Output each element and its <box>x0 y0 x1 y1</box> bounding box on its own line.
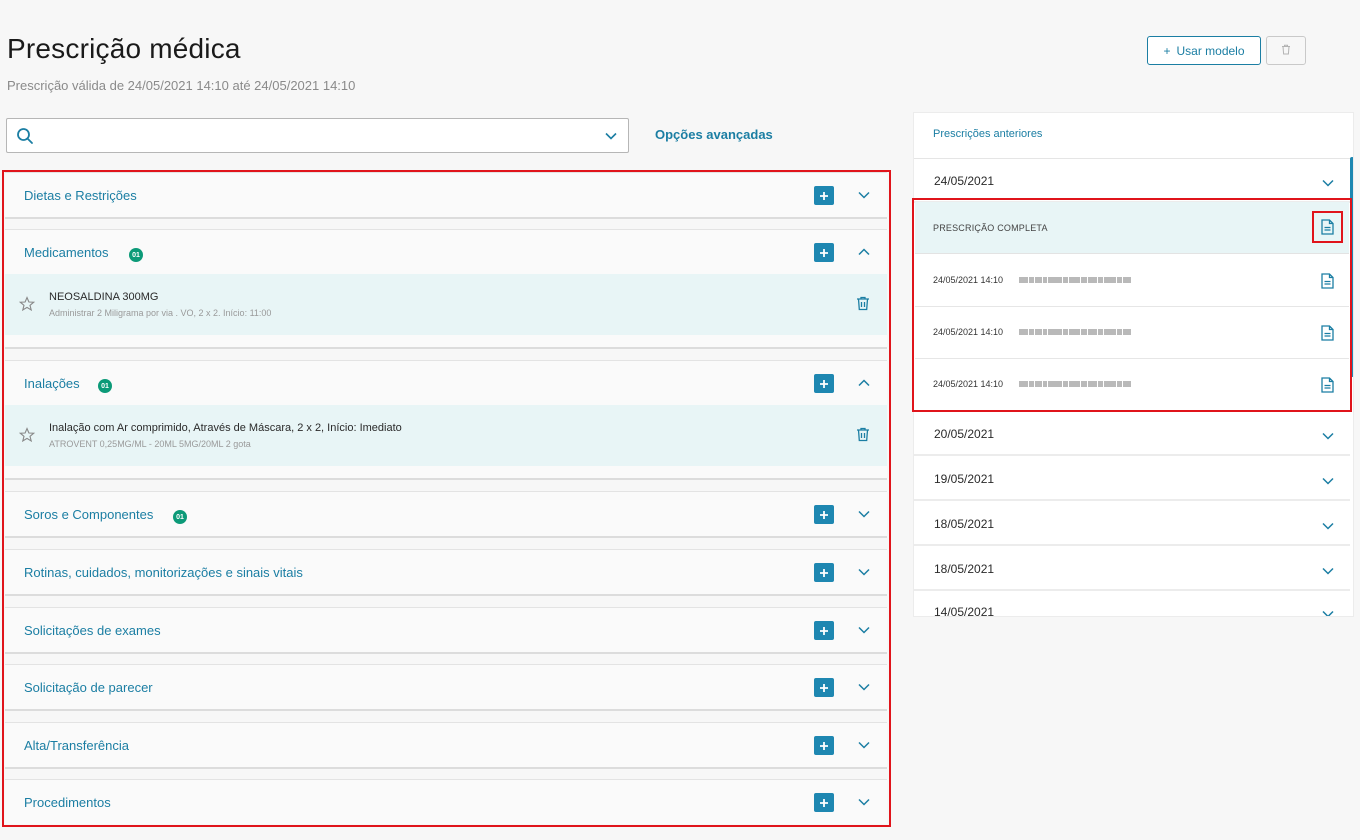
list-item[interactable]: Inalação com Ar comprimido, Através de M… <box>5 405 887 466</box>
expanded-prescription-highlight <box>912 198 1352 412</box>
item-description: Administrar 2 Miligrama por via . VO, 2 … <box>49 308 272 318</box>
section-soros: Soros e Componentes 01 <box>5 491 887 538</box>
section-header[interactable]: Alta/Transferência <box>5 723 887 767</box>
section-title: Alta/Transferência <box>24 738 130 753</box>
panel-title: Prescrições anteriores <box>933 128 1043 140</box>
section-title: Dietas e Restrições <box>24 188 137 203</box>
item-name: Inalação com Ar comprimido, Através de M… <box>49 422 402 434</box>
date-row[interactable]: 19/05/2021 <box>914 457 1350 501</box>
date-label: 14/05/2021 <box>934 605 995 617</box>
chevron-down-icon[interactable] <box>856 794 872 810</box>
section-header[interactable]: Procedimentos <box>5 780 887 824</box>
section-header[interactable]: Inalações 01 <box>5 361 887 405</box>
date-label: 19/05/2021 <box>934 472 995 486</box>
section-title: Soros e Componentes <box>24 507 154 522</box>
section-header[interactable]: Medicamentos 01 <box>5 230 887 274</box>
section-inalacoes: Inalações 01 Inalação com Ar comprimido,… <box>5 360 887 480</box>
section-title: Solicitação de parecer <box>24 680 153 695</box>
trash-icon[interactable] <box>856 296 870 316</box>
chevron-down-icon[interactable] <box>856 679 872 695</box>
count-badge: 01 <box>129 248 143 262</box>
add-button[interactable] <box>814 563 834 582</box>
chevron-up-icon[interactable] <box>856 375 872 391</box>
chevron-down-icon[interactable] <box>604 129 618 148</box>
section-parecer: Solicitação de parecer <box>5 664 887 711</box>
add-button[interactable] <box>814 793 834 812</box>
add-button[interactable] <box>814 186 834 205</box>
section-procedimentos: Procedimentos <box>5 779 887 824</box>
section-dietas: Dietas e Restrições <box>5 172 887 219</box>
chevron-down-icon[interactable] <box>856 506 872 522</box>
item-description: ATROVENT 0,25MG/ML - 20ML 5MG/20ML 2 got… <box>49 439 251 449</box>
plus-prefix: + <box>1163 43 1171 58</box>
section-medicamentos: Medicamentos 01 NEOSALDINA 300MG Adminis… <box>5 229 887 349</box>
page-title: Prescrição médica <box>7 33 241 64</box>
add-button[interactable] <box>814 678 834 697</box>
section-rotinas: Rotinas, cuidados, monitorizações e sina… <box>5 549 887 596</box>
add-button[interactable] <box>814 505 834 524</box>
add-button[interactable] <box>814 621 834 640</box>
date-label: 18/05/2021 <box>934 562 995 576</box>
chevron-down-icon[interactable] <box>1322 427 1334 445</box>
prescription-validity: Prescrição válida de 24/05/2021 14:10 at… <box>7 78 356 93</box>
advanced-options-link[interactable]: Opções avançadas <box>655 127 773 142</box>
section-title: Medicamentos <box>24 245 109 260</box>
chevron-down-icon[interactable] <box>1322 605 1334 616</box>
section-header[interactable]: Dietas e Restrições <box>5 173 887 217</box>
date-label: 20/05/2021 <box>934 427 995 441</box>
star-icon[interactable] <box>18 296 36 317</box>
use-model-label: Usar modelo <box>1176 43 1245 58</box>
section-title: Rotinas, cuidados, monitorizações e sina… <box>24 565 303 580</box>
item-name: NEOSALDINA 300MG <box>49 291 159 303</box>
search-icon <box>16 127 34 150</box>
date-label: 18/05/2021 <box>934 517 995 531</box>
section-title: Solicitações de exames <box>24 623 161 638</box>
use-model-button[interactable]: + Usar modelo <box>1147 36 1261 65</box>
date-row-expanded[interactable]: 24/05/2021 <box>914 159 1350 203</box>
add-button[interactable] <box>814 243 834 262</box>
panel-header: Prescrições anteriores <box>914 113 1353 159</box>
date-row[interactable]: 20/05/2021 <box>914 412 1350 456</box>
date-row[interactable]: 18/05/2021 <box>914 502 1350 546</box>
search-field[interactable] <box>6 118 629 153</box>
date-row[interactable]: 18/05/2021 <box>914 547 1350 591</box>
chevron-down-icon[interactable] <box>1322 517 1334 535</box>
add-button[interactable] <box>814 736 834 755</box>
list-item[interactable]: NEOSALDINA 300MG Administrar 2 Miligrama… <box>5 274 887 335</box>
date-label: 24/05/2021 <box>934 174 995 188</box>
section-header[interactable]: Soros e Componentes 01 <box>5 492 887 536</box>
add-button[interactable] <box>814 374 834 393</box>
count-badge: 01 <box>98 379 112 393</box>
section-title: Procedimentos <box>24 795 111 810</box>
chevron-down-icon[interactable] <box>856 737 872 753</box>
chevron-down-icon[interactable] <box>856 187 872 203</box>
section-exames: Solicitações de exames <box>5 607 887 654</box>
chevron-down-icon[interactable] <box>1322 174 1334 192</box>
section-header[interactable]: Solicitação de parecer <box>5 665 887 709</box>
section-header[interactable]: Rotinas, cuidados, monitorizações e sina… <box>5 550 887 594</box>
trash-icon <box>1281 43 1291 58</box>
section-title: Inalações <box>24 376 80 391</box>
chevron-down-icon[interactable] <box>856 622 872 638</box>
chevron-down-icon[interactable] <box>1322 562 1334 580</box>
trash-icon[interactable] <box>856 427 870 447</box>
count-badge: 01 <box>173 510 187 524</box>
star-icon[interactable] <box>18 427 36 448</box>
section-header[interactable]: Solicitações de exames <box>5 608 887 652</box>
chevron-down-icon[interactable] <box>856 564 872 580</box>
delete-prescription-button[interactable] <box>1266 36 1306 65</box>
chevron-up-icon[interactable] <box>856 244 872 260</box>
chevron-down-icon[interactable] <box>1322 472 1334 490</box>
date-row[interactable]: 14/05/2021 <box>914 591 1350 617</box>
search-input[interactable] <box>43 125 593 147</box>
section-alta: Alta/Transferência <box>5 722 887 769</box>
